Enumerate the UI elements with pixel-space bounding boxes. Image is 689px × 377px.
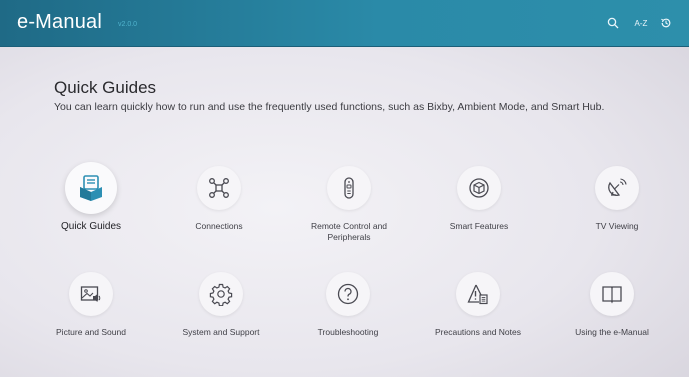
menu-item-circle — [65, 162, 117, 214]
top-bar: e-Manual v2.0.0 A-Z — [0, 0, 689, 47]
menu-item-circle — [326, 272, 370, 316]
menu-item-circle — [457, 166, 501, 210]
menu-item-precautions-notes[interactable]: Precautions and Notes — [418, 272, 538, 362]
smart-features-icon — [467, 176, 491, 200]
menu-item-tv-viewing[interactable]: TV Viewing — [557, 166, 677, 256]
menu-item-quick-guides[interactable]: Quick Guides — [31, 162, 151, 256]
menu-item-circle — [197, 166, 241, 210]
menu-item-circle — [456, 272, 500, 316]
picture-sound-icon — [79, 282, 103, 306]
menu-item-picture-sound[interactable]: Picture and Sound — [31, 272, 151, 362]
history-icon[interactable] — [658, 15, 674, 31]
menu-item-circle — [327, 166, 371, 210]
app-title: e-Manual — [17, 11, 102, 33]
menu-item-system-support[interactable]: System and Support — [161, 272, 281, 362]
menu-item-circle — [69, 272, 113, 316]
remote-control-icon — [337, 176, 361, 200]
az-sort-icon[interactable]: A-Z — [631, 15, 651, 31]
menu-item-circle — [595, 166, 639, 210]
menu-item-label: Using the e-Manual — [575, 327, 649, 337]
menu-item-circle — [199, 272, 243, 316]
section-title: Quick Guides — [54, 78, 157, 97]
quick-guides-icon — [76, 173, 106, 203]
menu-item-smart-features[interactable]: Smart Features — [419, 166, 539, 256]
book-icon — [600, 282, 624, 306]
menu-item-label: Picture and Sound — [56, 327, 126, 337]
menu-item-label: Quick Guides — [60, 221, 122, 232]
menu-item-label: TV Viewing — [595, 221, 639, 231]
connections-icon — [207, 176, 231, 200]
menu-item-connections[interactable]: Connections — [159, 166, 279, 256]
app-version: v2.0.0 — [118, 21, 138, 28]
menu-item-label: Connections — [195, 221, 243, 231]
menu-item-troubleshooting[interactable]: Troubleshooting — [288, 272, 408, 362]
section-description: You can learn quickly how to run and use… — [54, 101, 605, 113]
gear-icon — [209, 282, 233, 306]
menu-item-using-e-manual[interactable]: Using the e-Manual — [552, 272, 672, 362]
question-icon — [336, 282, 360, 306]
menu-item-remote-control[interactable]: Remote Control and Peripherals — [289, 166, 409, 256]
warning-icon — [466, 282, 490, 306]
menu-item-label: Precautions and Notes — [435, 327, 521, 337]
menu-item-label: Smart Features — [449, 221, 509, 231]
az-label: A-Z — [634, 18, 648, 28]
tv-viewing-icon — [605, 176, 629, 200]
screen: e-Manual v2.0.0 A-Z Quick Guides You can… — [0, 0, 689, 377]
menu-item-label: Remote Control and Peripherals — [310, 221, 388, 242]
search-icon[interactable] — [605, 15, 621, 31]
menu-item-label: System and Support — [182, 327, 260, 337]
menu-item-label: Troubleshooting — [317, 327, 379, 337]
menu-item-circle — [590, 272, 634, 316]
